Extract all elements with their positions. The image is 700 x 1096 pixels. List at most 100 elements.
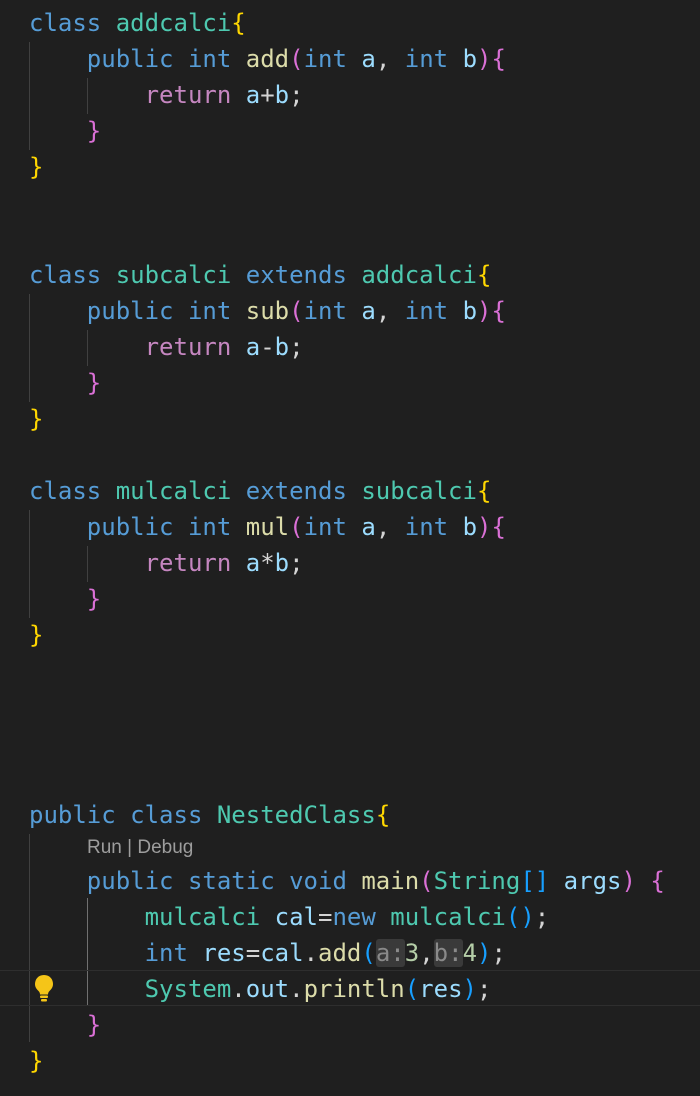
code-line-4[interactable]: } (29, 113, 101, 149)
brace: } (86, 117, 102, 145)
keyword: extends (245, 261, 347, 289)
method-name: println (303, 975, 405, 1003)
class-name: subcalci (115, 261, 232, 289)
number-literal: 4 (462, 939, 478, 967)
code-line-27[interactable]: System.out.println(res); (29, 971, 492, 1007)
code-line-29[interactable]: } (29, 1043, 43, 1079)
run-codelens-link[interactable]: Run (87, 837, 122, 858)
brace: } (86, 1011, 102, 1039)
brace: { (491, 297, 506, 325)
code-line-11[interactable]: } (29, 365, 101, 401)
param: b (462, 297, 478, 325)
code-line-18[interactable]: } (29, 617, 43, 653)
comma: , (419, 939, 434, 967)
code-line-2[interactable]: public int add(int a, int b){ (29, 41, 506, 77)
brace: { (231, 9, 246, 37)
keyword: class (29, 261, 102, 289)
semicolon: ; (289, 549, 304, 577)
code-line-12[interactable]: } (29, 401, 43, 437)
paren: ( (505, 903, 521, 931)
method-name: add (318, 939, 362, 967)
keyword: public (86, 513, 174, 541)
keyword: int (404, 297, 449, 325)
brace: { (476, 261, 492, 289)
param: b (462, 513, 478, 541)
comma: , (375, 45, 391, 73)
number-literal: 3 (404, 939, 420, 967)
paren: ( (289, 297, 304, 325)
variable: cal (274, 903, 318, 931)
paren: ) (621, 867, 636, 895)
keyword: int (404, 45, 449, 73)
brace: { (650, 867, 665, 895)
keyword: void (289, 867, 347, 895)
paren: ( (419, 867, 434, 895)
class-name: addcalci (115, 9, 232, 37)
code-line-26[interactable]: int res=cal.add(a:3,b:4); (29, 935, 506, 971)
code-line-5[interactable]: } (29, 149, 43, 185)
operator: = (318, 903, 333, 931)
paren: ) (477, 297, 492, 325)
dot: . (289, 975, 304, 1003)
code-line-10[interactable]: return a-b; (29, 329, 304, 365)
method-name: mul (245, 513, 290, 541)
paren: ( (289, 45, 304, 73)
variable: a (245, 81, 261, 109)
variable: a (245, 549, 261, 577)
param: a (361, 513, 376, 541)
code-line-8[interactable]: class subcalci extends addcalci{ (29, 257, 491, 293)
keyword: class (29, 9, 102, 37)
code-line-25[interactable]: mulcalci cal=new mulcalci(); (29, 899, 550, 935)
class-name: addcalci (361, 261, 477, 289)
code-line-23[interactable]: public class NestedClass{ (29, 797, 390, 833)
brace: { (491, 513, 506, 541)
variable: b (274, 333, 290, 361)
keyword: int (303, 297, 347, 325)
class-name: mulcalci (115, 477, 232, 505)
brace: } (29, 1047, 44, 1075)
code-line-1[interactable]: class addcalci{ (29, 5, 246, 41)
code-line-3[interactable]: return a+b; (29, 77, 304, 113)
method-name: main (361, 867, 420, 895)
brace: } (86, 585, 102, 613)
code-line-24[interactable]: public static void main(String[] args) { (29, 863, 665, 899)
paren: ) (477, 939, 492, 967)
dot: . (231, 975, 246, 1003)
code-line-9[interactable]: public int sub(int a, int b){ (29, 293, 506, 329)
class-name: System (144, 975, 232, 1003)
method-name: add (245, 45, 290, 73)
variable: res (202, 939, 246, 967)
comma: , (375, 513, 391, 541)
inlay-hint-b: b: (433, 939, 463, 967)
lightbulb-icon[interactable] (33, 974, 55, 1002)
keyword: int (187, 513, 232, 541)
keyword: int (187, 297, 232, 325)
code-line-28[interactable]: } (29, 1007, 101, 1043)
codelens: Run | Debug (87, 835, 193, 861)
keyword: return (144, 549, 232, 577)
operator: + (260, 81, 275, 109)
operator: * (260, 549, 275, 577)
semicolon: ; (476, 975, 492, 1003)
semicolon: ; (491, 939, 506, 967)
keyword: return (144, 81, 232, 109)
code-editor[interactable]: class addcalci{ public int add(int a, in… (0, 0, 700, 1096)
paren: ( (289, 513, 304, 541)
operator: = (245, 939, 261, 967)
paren: ( (404, 975, 420, 1003)
variable: cal (260, 939, 304, 967)
paren: ( (361, 939, 376, 967)
semicolon: ; (289, 333, 304, 361)
variable: b (274, 81, 290, 109)
field-name: out (245, 975, 290, 1003)
code-line-15[interactable]: public int mul(int a, int b){ (29, 509, 506, 545)
debug-codelens-link[interactable]: Debug (137, 837, 193, 858)
code-line-17[interactable]: } (29, 581, 101, 617)
class-name: subcalci (361, 477, 477, 505)
class-name: NestedClass (216, 801, 376, 829)
dot: . (303, 939, 319, 967)
code-line-14[interactable]: class mulcalci extends subcalci{ (29, 473, 491, 509)
code-line-16[interactable]: return a*b; (29, 545, 304, 581)
class-name: mulcalci (390, 903, 506, 931)
paren: ) (520, 903, 535, 931)
